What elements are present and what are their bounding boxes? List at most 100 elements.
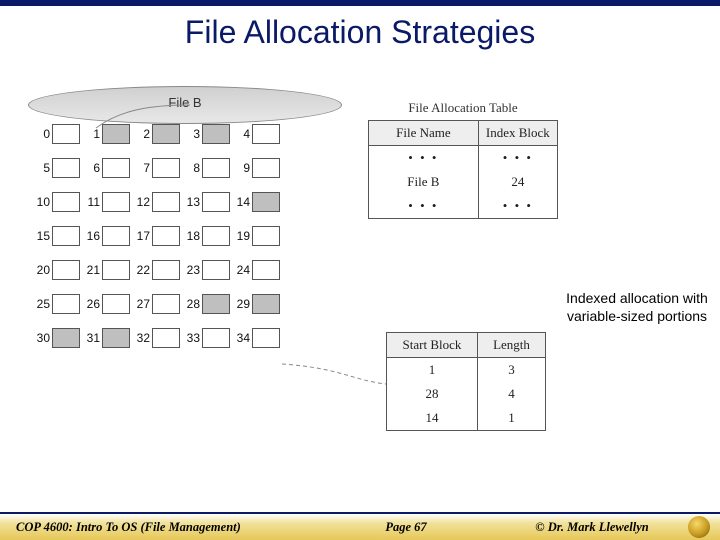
block-box — [202, 192, 230, 212]
block-cell: 22 — [134, 260, 180, 280]
block-cell: 16 — [84, 226, 130, 246]
block-cell: 15 — [34, 226, 80, 246]
block-cell: 33 — [184, 328, 230, 348]
block-number: 27 — [134, 297, 150, 311]
block-number: 4 — [234, 127, 250, 141]
block-number: 20 — [34, 263, 50, 277]
block-cell: 3 — [184, 124, 230, 144]
block-box-filled — [102, 328, 130, 348]
block-number: 11 — [84, 195, 100, 209]
block-cell: 10 — [34, 192, 80, 212]
footer-page: Page 67 — [316, 520, 496, 535]
block-cell: 30 — [34, 328, 80, 348]
block-cell: 11 — [84, 192, 130, 212]
block-number: 7 — [134, 161, 150, 175]
block-number: 19 — [234, 229, 250, 243]
block-row: 303132 33 34 — [34, 328, 334, 348]
block-number: 15 — [34, 229, 50, 243]
block-cell: 13 — [184, 192, 230, 212]
block-cell: 5 — [34, 158, 80, 178]
block-box — [152, 328, 180, 348]
block-number: 10 — [34, 195, 50, 209]
table-cell: 1 — [387, 358, 478, 382]
table-cell: File B — [369, 170, 479, 194]
block-number: 3 — [184, 127, 200, 141]
block-number: 21 — [84, 263, 100, 277]
block-cell: 9 — [234, 158, 280, 178]
block-box-filled — [52, 328, 80, 348]
table-cell: • • • — [479, 194, 557, 218]
block-cell: 31 — [84, 328, 130, 348]
diagram-caption: Indexed allocation with variable-sized p… — [562, 290, 712, 325]
block-box — [102, 226, 130, 246]
block-box-filled — [252, 192, 280, 212]
table-row: • • •• • • — [369, 194, 557, 218]
block-number: 17 — [134, 229, 150, 243]
block-cell: 21 — [84, 260, 130, 280]
block-cell: 2 — [134, 124, 180, 144]
block-box-filled — [202, 294, 230, 314]
block-cell: 20 — [34, 260, 80, 280]
table-header-row: File NameIndex Block — [369, 121, 557, 146]
block-number: 33 — [184, 331, 200, 345]
disk-cylinder: File B 012345678910111213141516171819202… — [28, 86, 340, 466]
block-number: 34 — [234, 331, 250, 345]
block-box — [202, 158, 230, 178]
table-row: File B24 — [369, 170, 557, 194]
block-cell: 8 — [184, 158, 230, 178]
block-box — [52, 226, 80, 246]
table-cell: 28 — [387, 382, 478, 406]
block-number: 12 — [134, 195, 150, 209]
block-cell: 34 — [234, 328, 280, 348]
block-cell: 25 — [34, 294, 80, 314]
block-number: 25 — [34, 297, 50, 311]
block-row: 2021222324 — [34, 260, 334, 280]
block-box — [202, 328, 230, 348]
block-box — [102, 294, 130, 314]
block-cell: 23 — [184, 260, 230, 280]
block-number: 5 — [34, 161, 50, 175]
block-box — [52, 260, 80, 280]
cylinder-label: File B — [29, 95, 341, 110]
table-header-cell: Start Block — [387, 333, 478, 357]
block-box — [252, 124, 280, 144]
index-block-table: Start BlockLength13284141 — [386, 332, 544, 431]
block-box — [152, 226, 180, 246]
table-header-cell: Index Block — [479, 121, 557, 145]
file-allocation-table: File Allocation Table File NameIndex Blo… — [368, 100, 558, 219]
block-number: 23 — [184, 263, 200, 277]
block-box-filled — [202, 124, 230, 144]
block-cell: 14 — [234, 192, 280, 212]
block-number: 6 — [84, 161, 100, 175]
block-cell: 32 — [134, 328, 180, 348]
table-cell: 14 — [387, 406, 478, 430]
table-header-row: Start BlockLength — [387, 333, 545, 358]
block-number: 18 — [184, 229, 200, 243]
block-cell: 4 — [234, 124, 280, 144]
table-cell: • • • — [369, 194, 479, 218]
table-cell: 24 — [479, 170, 557, 194]
table-row: 13 — [387, 358, 545, 382]
block-number: 22 — [134, 263, 150, 277]
block-number: 8 — [184, 161, 200, 175]
block-box — [102, 158, 130, 178]
block-cell: 29 — [234, 294, 280, 314]
top-accent-bar — [0, 0, 720, 6]
block-box — [102, 192, 130, 212]
block-cell: 27 — [134, 294, 180, 314]
block-number: 29 — [234, 297, 250, 311]
block-box — [102, 260, 130, 280]
block-number: 26 — [84, 297, 100, 311]
block-cell: 28 — [184, 294, 230, 314]
table-cell: • • • — [479, 146, 557, 170]
block-box — [52, 294, 80, 314]
block-cell: 26 — [84, 294, 130, 314]
block-box — [252, 158, 280, 178]
block-box — [52, 192, 80, 212]
block-box — [52, 158, 80, 178]
block-row: 25 26 27 28 29 — [34, 294, 334, 314]
footer: COP 4600: Intro To OS (File Management) … — [0, 512, 720, 540]
block-box — [152, 294, 180, 314]
block-cell: 0 — [34, 124, 80, 144]
block-cell: 19 — [234, 226, 280, 246]
